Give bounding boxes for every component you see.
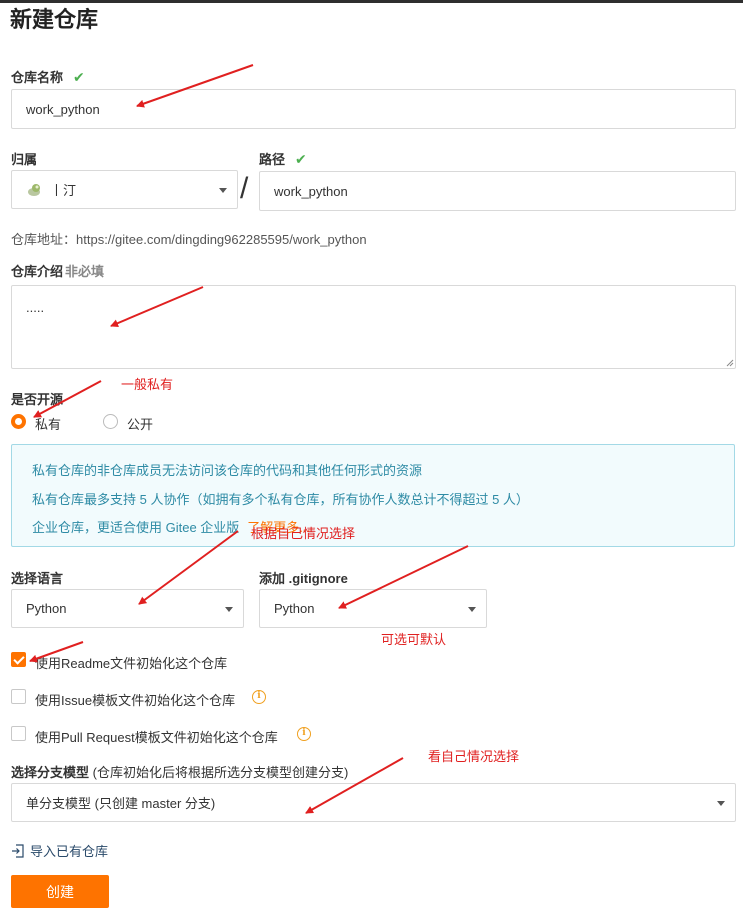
avatar	[28, 183, 40, 196]
annotation-gitignore: 可选可默认	[381, 632, 447, 647]
owner-select[interactable]: 丨汀	[11, 170, 238, 209]
create-button[interactable]: 创建	[11, 875, 109, 908]
check-icon: ✔	[73, 69, 85, 85]
radio-public[interactable]	[103, 414, 118, 429]
info-line-1: 私有仓库的非仓库成员无法访问该仓库的代码和其他任何形式的资源	[32, 463, 423, 478]
import-link-text: 导入已有仓库	[30, 844, 109, 859]
branch-model-value: 单分支模型 (只创建 master 分支)	[26, 796, 216, 811]
readme-checkbox-label[interactable]: 使用Readme文件初始化这个仓库	[35, 653, 227, 672]
chevron-down-icon	[225, 606, 233, 612]
info-icon[interactable]: i	[297, 727, 311, 741]
owner-label: 归属	[11, 152, 38, 167]
description-label-text: 仓库介绍	[11, 264, 64, 279]
language-select[interactable]: Python	[11, 589, 244, 628]
path-value: work_python	[274, 183, 348, 199]
repo-url: 仓库地址：https://gitee.com/dingding962285595…	[11, 229, 367, 248]
pr-checkbox-label[interactable]: 使用Pull Request模板文件初始化这个仓库	[35, 727, 278, 746]
info-box: 私有仓库的非仓库成员无法访问该仓库的代码和其他任何形式的资源 私有仓库最多支持 …	[11, 444, 735, 547]
path-label-text: 路径	[259, 152, 286, 167]
chevron-down-icon	[717, 800, 725, 806]
check-icon: ✔	[295, 151, 307, 167]
issue-checkbox-label[interactable]: 使用Issue模板文件初始化这个仓库	[35, 690, 235, 709]
gitignore-value: Python	[274, 601, 315, 616]
top-bar	[0, 0, 743, 3]
repo-name-label-text: 仓库名称	[11, 70, 64, 85]
branch-model-label-text: 选择分支模型	[11, 765, 90, 780]
repo-url-label: 仓库地址：	[11, 232, 77, 247]
chevron-down-icon	[219, 187, 227, 193]
visibility-label: 是否开源	[11, 392, 64, 407]
path-input[interactable]: work_python	[259, 171, 736, 211]
description-value: .....	[26, 300, 45, 315]
path-label: 路径 ✔	[259, 149, 307, 168]
readme-checkbox[interactable]	[11, 652, 26, 667]
info-icon[interactable]: i	[252, 690, 266, 704]
annotation-private: 一般私有	[121, 377, 174, 392]
annotation-language: 根据自己情况选择	[251, 526, 356, 541]
optional-tag: 非必填	[65, 264, 105, 279]
info-line-3-text: 企业仓库，更适合使用 Gitee 企业版	[32, 520, 240, 535]
path-separator: /	[240, 172, 249, 205]
description-label: 仓库介绍 非必填	[11, 261, 104, 280]
language-label: 选择语言	[11, 571, 64, 586]
language-value: Python	[26, 601, 67, 616]
owner-value: 丨汀	[50, 183, 77, 198]
import-icon	[12, 843, 24, 858]
branch-model-select[interactable]: 单分支模型 (只创建 master 分支)	[11, 783, 736, 822]
branch-model-label: 选择分支模型 (仓库初始化后将根据所选分支模型创建分支)	[11, 762, 348, 781]
repo-name-label: 仓库名称 ✔	[11, 67, 85, 86]
description-textarea[interactable]: .....	[11, 285, 736, 369]
radio-private[interactable]	[11, 414, 26, 429]
pr-checkbox[interactable]	[11, 726, 26, 741]
repo-name-value: work_python	[26, 101, 100, 117]
resize-handle-icon[interactable]	[725, 358, 734, 367]
branch-model-hint: (仓库初始化后将根据所选分支模型创建分支)	[92, 765, 349, 780]
issue-checkbox[interactable]	[11, 689, 26, 704]
gitignore-select[interactable]: Python	[259, 589, 487, 628]
repo-name-input[interactable]: work_python	[11, 89, 736, 129]
info-line-2: 私有仓库最多支持 5 人协作（如拥有多个私有仓库，所有协作人数总计不得超过 5 …	[32, 492, 529, 507]
radio-private-label[interactable]: 私有	[35, 414, 61, 433]
gitignore-label: 添加 .gitignore	[259, 571, 348, 586]
annotation-branch: 看自己情况选择	[428, 749, 520, 764]
radio-public-label[interactable]: 公开	[127, 414, 153, 433]
repo-url-value: https://gitee.com/dingding962285595/work…	[76, 232, 367, 247]
page-title: 新建仓库	[10, 7, 99, 32]
chevron-down-icon	[468, 606, 476, 612]
import-link[interactable]: 导入已有仓库	[11, 841, 108, 860]
